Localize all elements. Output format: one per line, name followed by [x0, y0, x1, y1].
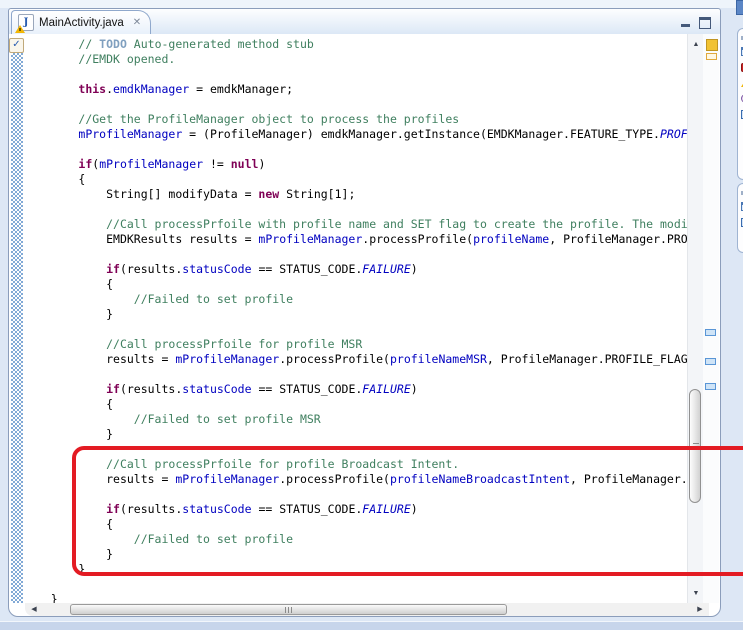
code-line: //Failed to set profile: [23, 532, 687, 547]
code-line: if(results.statusCode == STATUS_CODE.FAI…: [23, 262, 687, 277]
code-line: {: [23, 517, 687, 532]
minimized-view-stack: [737, 28, 743, 180]
code-line: mProfileManager = (ProfileManager) emdkM…: [23, 127, 687, 142]
scroll-down-icon[interactable]: ▼: [688, 590, 704, 597]
range-indicator-bar: [11, 53, 23, 603]
code-line: results = mProfileManager.processProfile…: [23, 472, 687, 487]
code-line: // TODO Auto-generated method stub: [23, 37, 687, 52]
code-line: [23, 67, 687, 82]
code-line: [23, 247, 687, 262]
code-line: EMDKResults results = mProfileManager.pr…: [23, 232, 687, 247]
minimized-view-stack: [737, 183, 743, 253]
code-line: this.emdkManager = emdkManager;: [23, 82, 687, 97]
scroll-left-icon[interactable]: ◀: [27, 603, 41, 616]
warning-overlay-icon: [15, 25, 25, 33]
editor-tab-bar: J MainActivity.java ✕: [9, 9, 720, 35]
code-line: //Call processPrfoile for profile Broadc…: [23, 457, 687, 472]
code-line: }: [23, 562, 687, 577]
overview-ruler: [703, 34, 719, 603]
code-line: }: [23, 547, 687, 562]
code-line: [23, 442, 687, 457]
occurrence-marker[interactable]: [705, 329, 716, 336]
code-line: [23, 367, 687, 382]
java-file-icon: J: [18, 14, 34, 31]
tab-mainactivity-java[interactable]: J MainActivity.java ✕: [11, 10, 151, 34]
tab-title: MainActivity.java: [39, 17, 124, 29]
code-line: //Call processPrfoile with profile name …: [23, 217, 687, 232]
horizontal-scrollbar[interactable]: ◀ ▶: [25, 603, 709, 616]
code-line: if(mProfileManager != null): [23, 157, 687, 172]
code-line: String[] modifyData = new String[1];: [23, 187, 687, 202]
editor-body: ✓ // TODO Auto-generated method stub //E…: [9, 34, 720, 603]
window-top-strip: [0, 0, 743, 8]
code-line: results = mProfileManager.processProfile…: [23, 352, 687, 367]
code-line: }: [23, 592, 687, 603]
code-line: [23, 142, 687, 157]
scrollbar-grip: [693, 442, 699, 450]
occurrence-marker[interactable]: [705, 358, 716, 365]
code-line: {: [23, 397, 687, 412]
warning-marker[interactable]: [706, 53, 717, 60]
code-line: //Call processPrfoile for profile MSR: [23, 337, 687, 352]
code-line: [23, 577, 687, 592]
code-line: }: [23, 427, 687, 442]
code-line: {: [23, 172, 687, 187]
code-line: if(results.statusCode == STATUS_CODE.FAI…: [23, 502, 687, 517]
editor-panel: J MainActivity.java ✕ ✓ // TODO Auto-gen…: [8, 8, 721, 617]
code-line: }: [23, 307, 687, 322]
code-line: if(results.statusCode == STATUS_CODE.FAI…: [23, 382, 687, 397]
code-line: {: [23, 277, 687, 292]
code-line: [23, 322, 687, 337]
code-line: [23, 202, 687, 217]
scroll-right-icon[interactable]: ▶: [693, 603, 707, 616]
scrollbar-grip: [285, 607, 293, 613]
code-line: //EMDK opened.: [23, 52, 687, 67]
occurrence-marker[interactable]: [705, 383, 716, 390]
screenshot-root: { "tab": { "title": "MainActivity.java" …: [0, 0, 743, 629]
overview-status-icon[interactable]: [706, 39, 718, 51]
code-area[interactable]: // TODO Auto-generated method stub //EMD…: [23, 34, 687, 603]
maximize-view-icon[interactable]: [699, 17, 711, 29]
code-line: //Failed to set profile MSR: [23, 412, 687, 427]
code-line: //Get the ProfileManager object to proce…: [23, 112, 687, 127]
task-marker-icon[interactable]: ✓: [9, 38, 24, 53]
minimize-view-icon[interactable]: [681, 17, 690, 27]
horizontal-scrollbar-thumb[interactable]: [70, 604, 507, 615]
window-corner-fragment: [736, 0, 743, 15]
code-line: [23, 487, 687, 502]
code-line: //Failed to set profile: [23, 292, 687, 307]
vertical-scrollbar-thumb[interactable]: [689, 389, 701, 503]
scroll-up-icon[interactable]: ▲: [688, 41, 704, 48]
code-line: [23, 97, 687, 112]
tab-close-icon[interactable]: ✕: [133, 17, 141, 28]
vertical-scrollbar[interactable]: ▲ ▼: [687, 34, 704, 603]
